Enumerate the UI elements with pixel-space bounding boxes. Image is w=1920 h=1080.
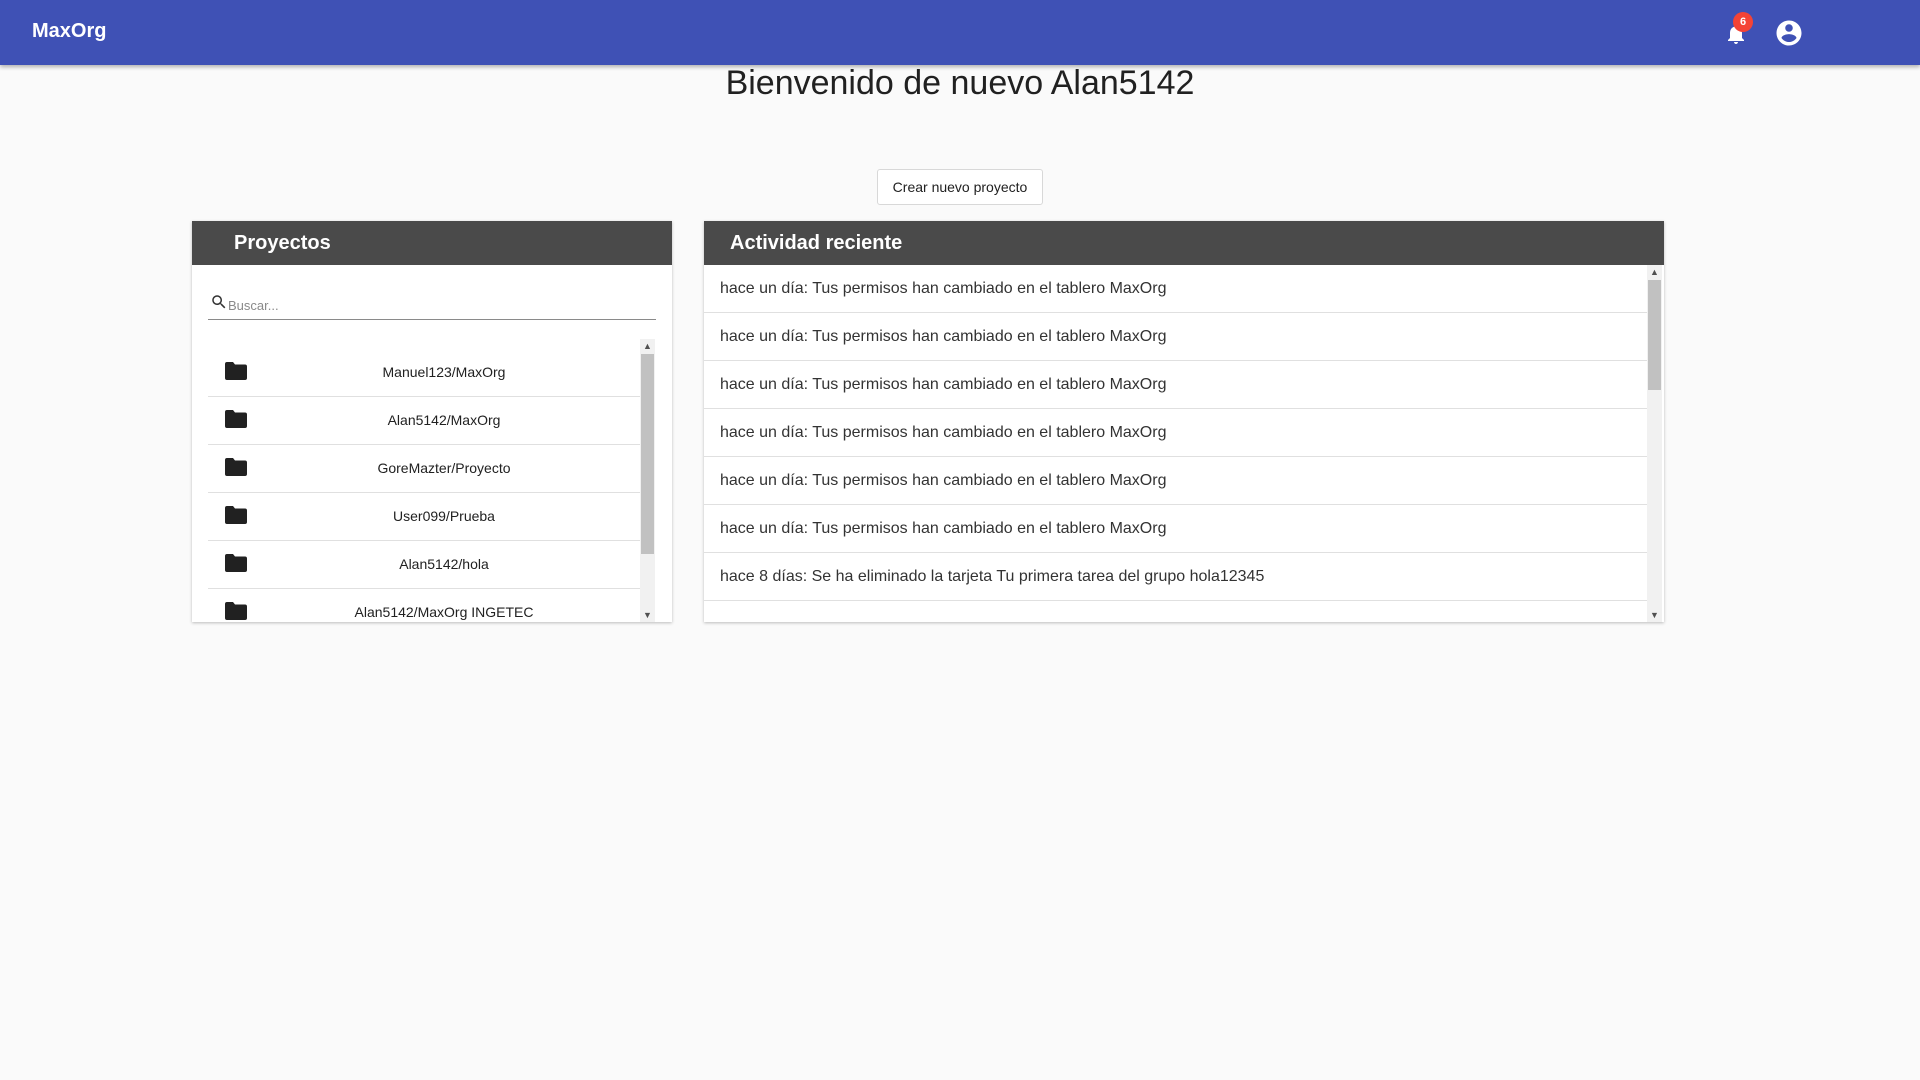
- project-item[interactable]: GoreMazter/Proyecto: [208, 445, 640, 493]
- activity-item: hace un día: Tus permisos han cambiado e…: [704, 265, 1647, 313]
- activity-title: Actividad reciente: [704, 221, 1664, 265]
- folder-icon: [225, 554, 247, 572]
- activity-item: hace 8 días: Se ha eliminado la tarjeta …: [704, 553, 1647, 601]
- scroll-down-arrow-icon[interactable]: ▼: [640, 608, 655, 622]
- project-list: Manuel123/MaxOrg Alan5142/MaxOrg GoreMaz…: [208, 349, 640, 622]
- search-icon: [212, 295, 226, 309]
- activity-item: hace un día: Tus permisos han cambiado e…: [704, 313, 1647, 361]
- activity-item: hace un día: Tus permisos han cambiado e…: [704, 409, 1647, 457]
- activity-list-scrollbar[interactable]: ▲ ▼: [1647, 265, 1662, 622]
- project-search: [208, 287, 656, 320]
- project-label: Alan5142/MaxOrg: [387, 412, 501, 428]
- folder-icon: [225, 602, 247, 620]
- projects-title: Proyectos: [192, 221, 672, 265]
- app-brand[interactable]: MaxOrg: [32, 20, 106, 43]
- scroll-up-arrow-icon[interactable]: ▲: [640, 339, 655, 353]
- app-bar: MaxOrg 6: [0, 0, 1920, 65]
- folder-icon: [225, 458, 247, 476]
- welcome-heading: Bienvenido de nuevo Alan5142: [725, 64, 1195, 102]
- project-item[interactable]: Alan5142/MaxOrg INGETEC: [208, 589, 640, 622]
- folder-icon: [225, 362, 247, 380]
- projects-panel: Proyectos Manuel123/MaxOrg Alan5142/MaxO…: [192, 221, 672, 622]
- project-item[interactable]: Manuel123/MaxOrg: [208, 349, 640, 397]
- project-item[interactable]: User099/Prueba: [208, 493, 640, 541]
- activity-item: hace un día: Tus permisos han cambiado e…: [704, 457, 1647, 505]
- project-label: GoreMazter/Proyecto: [377, 460, 511, 476]
- project-label: User099/Prueba: [393, 508, 495, 524]
- project-item[interactable]: Alan5142/hola: [208, 541, 640, 589]
- account-button[interactable]: [1774, 18, 1804, 48]
- project-item[interactable]: Alan5142/MaxOrg: [208, 397, 640, 445]
- activity-panel: Actividad reciente hace un día: Tus perm…: [704, 221, 1664, 622]
- project-list-scrollbar[interactable]: ▲ ▼: [640, 339, 655, 622]
- notification-badge: 6: [1733, 12, 1753, 32]
- activity-item: hace un día: Tus permisos han cambiado e…: [704, 361, 1647, 409]
- scroll-up-arrow-icon[interactable]: ▲: [1647, 265, 1662, 279]
- project-label: Alan5142/MaxOrg INGETEC: [354, 604, 534, 620]
- scroll-down-arrow-icon[interactable]: ▼: [1647, 608, 1662, 622]
- account-circle-icon: [1776, 20, 1802, 46]
- project-label: Alan5142/hola: [399, 556, 489, 572]
- scroll-thumb[interactable]: [1648, 280, 1661, 390]
- folder-icon: [225, 410, 247, 428]
- search-input[interactable]: [228, 295, 648, 315]
- project-label: Manuel123/MaxOrg: [382, 364, 506, 380]
- folder-icon: [225, 506, 247, 524]
- activity-item: hace un día: Tus permisos han cambiado e…: [704, 505, 1647, 553]
- activity-list: hace un día: Tus permisos han cambiado e…: [704, 265, 1647, 622]
- create-project-button[interactable]: Crear nuevo proyecto: [877, 169, 1043, 205]
- scroll-thumb[interactable]: [641, 354, 654, 554]
